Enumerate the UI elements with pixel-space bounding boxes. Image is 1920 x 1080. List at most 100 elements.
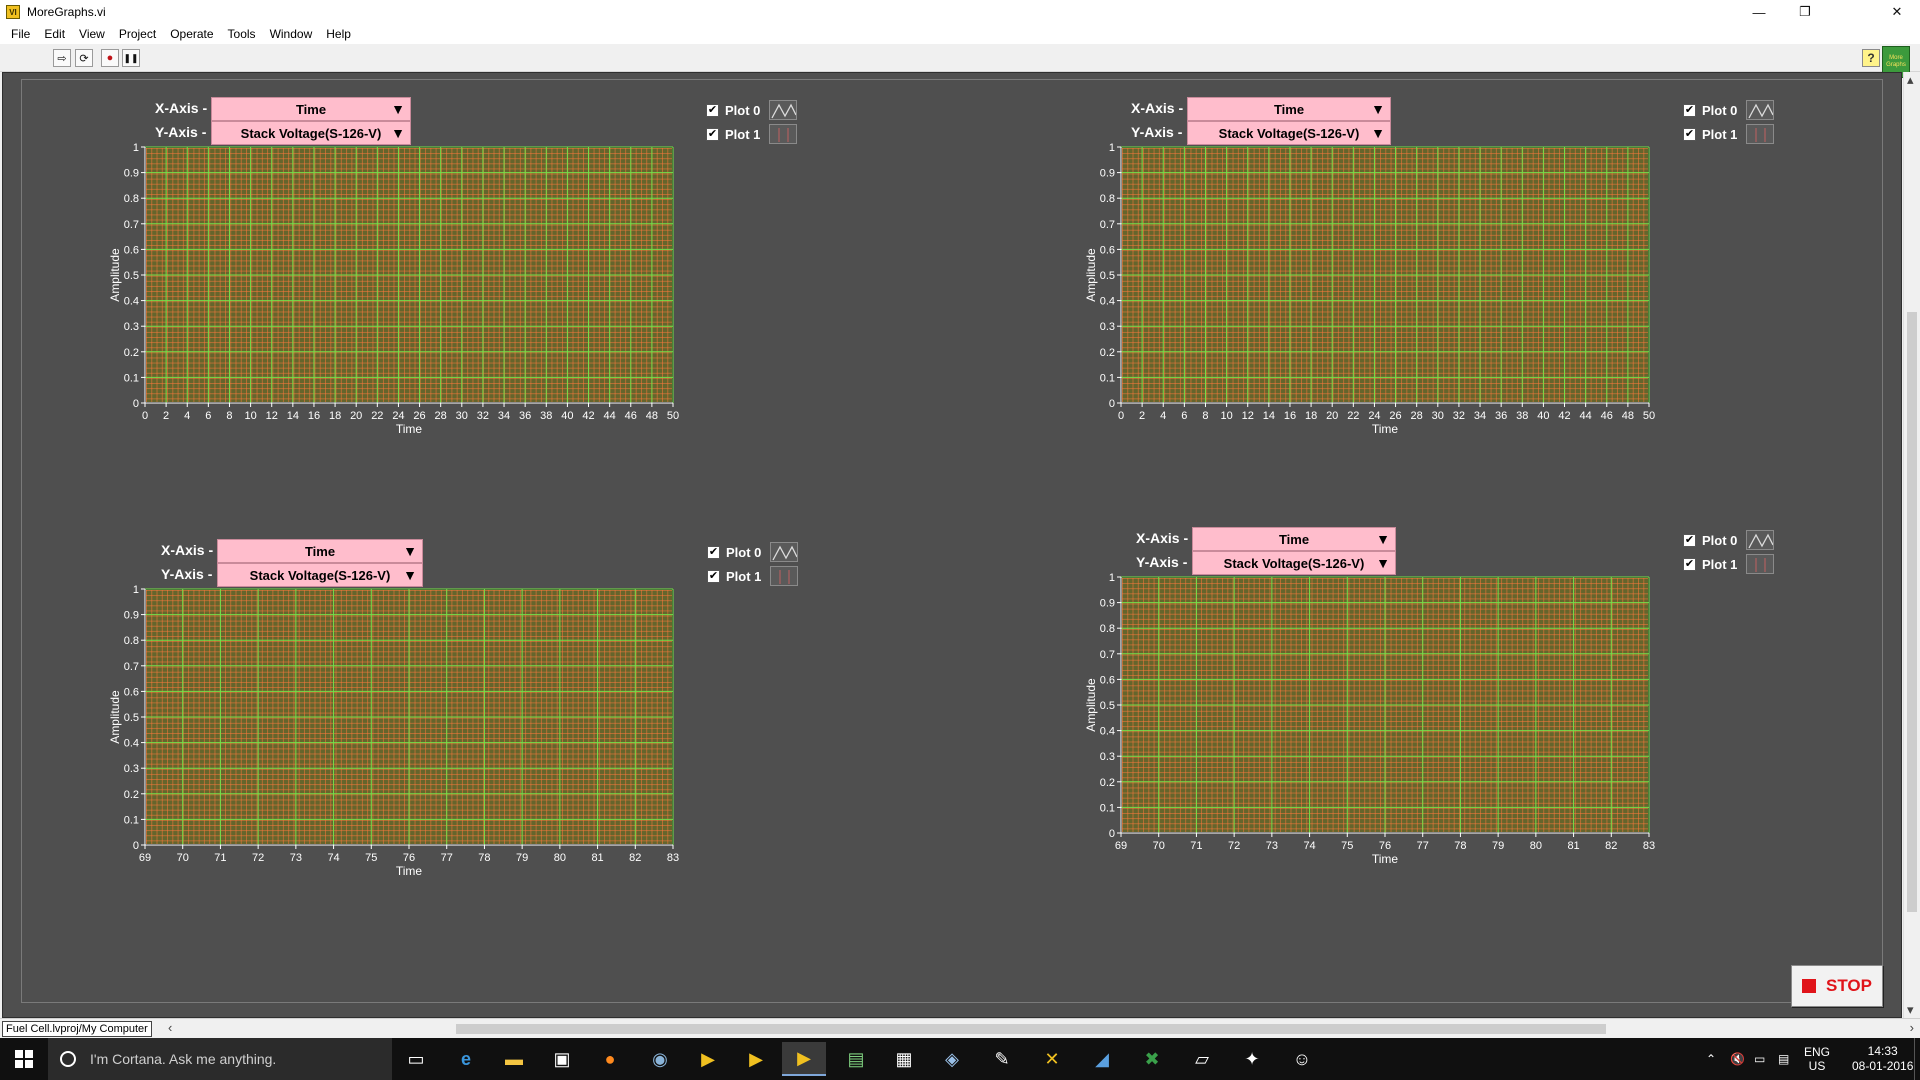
stop-button-label: STOP (1826, 976, 1872, 995)
taskbar-app-12[interactable]: ✎ (980, 1042, 1024, 1076)
x-tick-label: 72 (1228, 840, 1240, 852)
x-tick-label: 18 (1305, 410, 1317, 422)
taskbar-app-13[interactable]: ✕ (1030, 1042, 1074, 1076)
menu-edit[interactable]: Edit (37, 27, 72, 41)
x-tick-label: 36 (519, 410, 531, 422)
run-continuously-button[interactable]: ⟳ (75, 49, 93, 67)
minimize-button[interactable]: — (1736, 0, 1782, 24)
start-button[interactable] (0, 1038, 48, 1080)
x-tick-label: 40 (561, 410, 573, 422)
taskbar-app-16[interactable]: ▱ (1180, 1042, 1224, 1076)
x-tick-label: 74 (1303, 840, 1315, 852)
x-tick-label: 76 (403, 852, 415, 864)
stop-button[interactable]: STOP (1791, 965, 1883, 1007)
menu-view[interactable]: View (72, 27, 112, 41)
taskbar-clock[interactable]: 14:33 08-01-2016 (1852, 1038, 1913, 1080)
y-axis-title: Amplitude (1084, 678, 1098, 732)
y-tick-label: 0.1 (1100, 802, 1115, 814)
x-tick-label: 50 (1643, 410, 1655, 422)
tray-overflow-icon[interactable]: ⌃ (1706, 1038, 1716, 1080)
menu-file[interactable]: File (4, 27, 37, 41)
y-tick-label: 0.5 (124, 270, 139, 282)
taskbar-excel[interactable]: ✖ (1130, 1042, 1174, 1076)
y-tick-label: 0.7 (1100, 649, 1115, 661)
x-tick-label: 82 (1605, 840, 1617, 852)
taskbar-store[interactable]: ▣ (540, 1042, 584, 1076)
x-tick-label: 81 (1567, 840, 1579, 852)
menu-project[interactable]: Project (112, 27, 163, 41)
horizontal-scroll-thumb[interactable] (456, 1024, 1606, 1034)
taskbar-app-9[interactable]: ▤ (834, 1042, 878, 1076)
x-axis-title: Time (1372, 422, 1399, 436)
edge-browser-icon: e (460, 1048, 471, 1069)
y-axis-title: Amplitude (108, 248, 122, 302)
volume-muted-icon[interactable]: 🔇 (1730, 1038, 1745, 1080)
x-tick-label: 83 (667, 852, 679, 864)
pause-button[interactable]: ❚❚ (122, 49, 140, 67)
taskbar-file-explorer[interactable]: ▬ (492, 1042, 536, 1076)
scroll-left-icon[interactable]: ‹ (168, 1020, 172, 1035)
taskbar-labview-1[interactable]: ▶ (686, 1042, 730, 1076)
y-tick-label: 0.5 (124, 712, 139, 724)
task-view-button[interactable]: ▭ (394, 1042, 438, 1076)
x-tick-label: 76 (1379, 840, 1391, 852)
x-tick-label: 4 (184, 410, 190, 422)
x-tick-label: 69 (139, 852, 151, 864)
x-tick-label: 26 (413, 410, 425, 422)
menu-operate[interactable]: Operate (163, 27, 220, 41)
graph-bottom-right: X-Axis - Time ▼ Y-Axis - Stack Voltage(S… (1084, 527, 1791, 967)
x-tick-label: 77 (441, 852, 453, 864)
horizontal-scrollbar[interactable] (180, 1024, 1900, 1034)
x-tick-label: 18 (329, 410, 341, 422)
x-tick-label: 36 (1495, 410, 1507, 422)
network-icon[interactable]: ▭ (1754, 1038, 1765, 1080)
taskbar-edge[interactable]: e (444, 1042, 488, 1076)
y-tick-label: 0.1 (1100, 372, 1115, 384)
terminal-icon: ▤ (847, 1048, 865, 1069)
y-tick-label: 0.2 (124, 347, 139, 359)
graph-top-left: X-Axis - Time ▼ Y-Axis - Stack Voltage(S… (108, 97, 815, 537)
x-tick-label: 73 (290, 852, 302, 864)
taskbar-app-14[interactable]: ◢ (1080, 1042, 1124, 1076)
taskbar-moregraphs-vi[interactable]: ▶ (782, 1042, 826, 1076)
vertical-scroll-thumb[interactable] (1907, 312, 1917, 912)
show-desktop-button[interactable] (1914, 1038, 1920, 1080)
taskbar-app-18[interactable]: ☺ (1280, 1042, 1324, 1076)
menu-bar: File Edit View Project Operate Tools Win… (0, 24, 1920, 44)
x-tick-label: 42 (582, 410, 594, 422)
taskbar-firefox[interactable]: ● (588, 1042, 632, 1076)
x-tick-label: 44 (1580, 410, 1592, 422)
scroll-up-icon[interactable]: ▴ (1907, 72, 1914, 88)
x-tick-label: 14 (1263, 410, 1275, 422)
y-tick-label: 0.1 (124, 814, 139, 826)
run-button[interactable]: ⇨ (53, 49, 71, 67)
input-language[interactable]: ENG US (1804, 1038, 1830, 1080)
menu-tools[interactable]: Tools (221, 27, 263, 41)
taskbar-app-17[interactable]: ✦ (1230, 1042, 1274, 1076)
labview-vi-icon: ▶ (749, 1048, 763, 1069)
taskbar-calculator[interactable]: ▦ (882, 1042, 926, 1076)
taskbar-app-11[interactable]: ◈ (930, 1042, 974, 1076)
y-tick-label: 0.7 (1100, 219, 1115, 231)
close-button[interactable]: ✕ (1874, 0, 1920, 24)
x-tick-label: 10 (1220, 410, 1232, 422)
abort-stop-icon: ● (106, 52, 114, 64)
vertical-scrollbar[interactable]: ▴ ▾ (1903, 72, 1920, 1018)
y-axis-title: Amplitude (1084, 248, 1098, 302)
abort-button[interactable]: ● (101, 49, 119, 67)
x-tick-label: 44 (604, 410, 616, 422)
taskbar-labview-2[interactable]: ▶ (734, 1042, 778, 1076)
y-tick-label: 0.2 (1100, 777, 1115, 789)
application-context[interactable]: Fuel Cell.lvproj/My Computer (2, 1021, 152, 1037)
cortana-search-box[interactable]: I'm Cortana. Ask me anything. (48, 1038, 392, 1080)
y-tick-label: 0.3 (124, 321, 139, 333)
action-center-icon[interactable]: ▤ (1778, 1038, 1789, 1080)
y-tick-label: 0.8 (124, 193, 139, 205)
menu-window[interactable]: Window (263, 27, 320, 41)
taskbar-app-5[interactable]: ◉ (638, 1042, 682, 1076)
scroll-down-icon[interactable]: ▾ (1907, 1002, 1914, 1018)
menu-help[interactable]: Help (319, 27, 358, 41)
restore-button[interactable]: ❐ (1782, 0, 1828, 24)
scroll-right-icon[interactable]: › (1910, 1020, 1914, 1035)
context-help-button[interactable]: ? (1862, 49, 1880, 67)
